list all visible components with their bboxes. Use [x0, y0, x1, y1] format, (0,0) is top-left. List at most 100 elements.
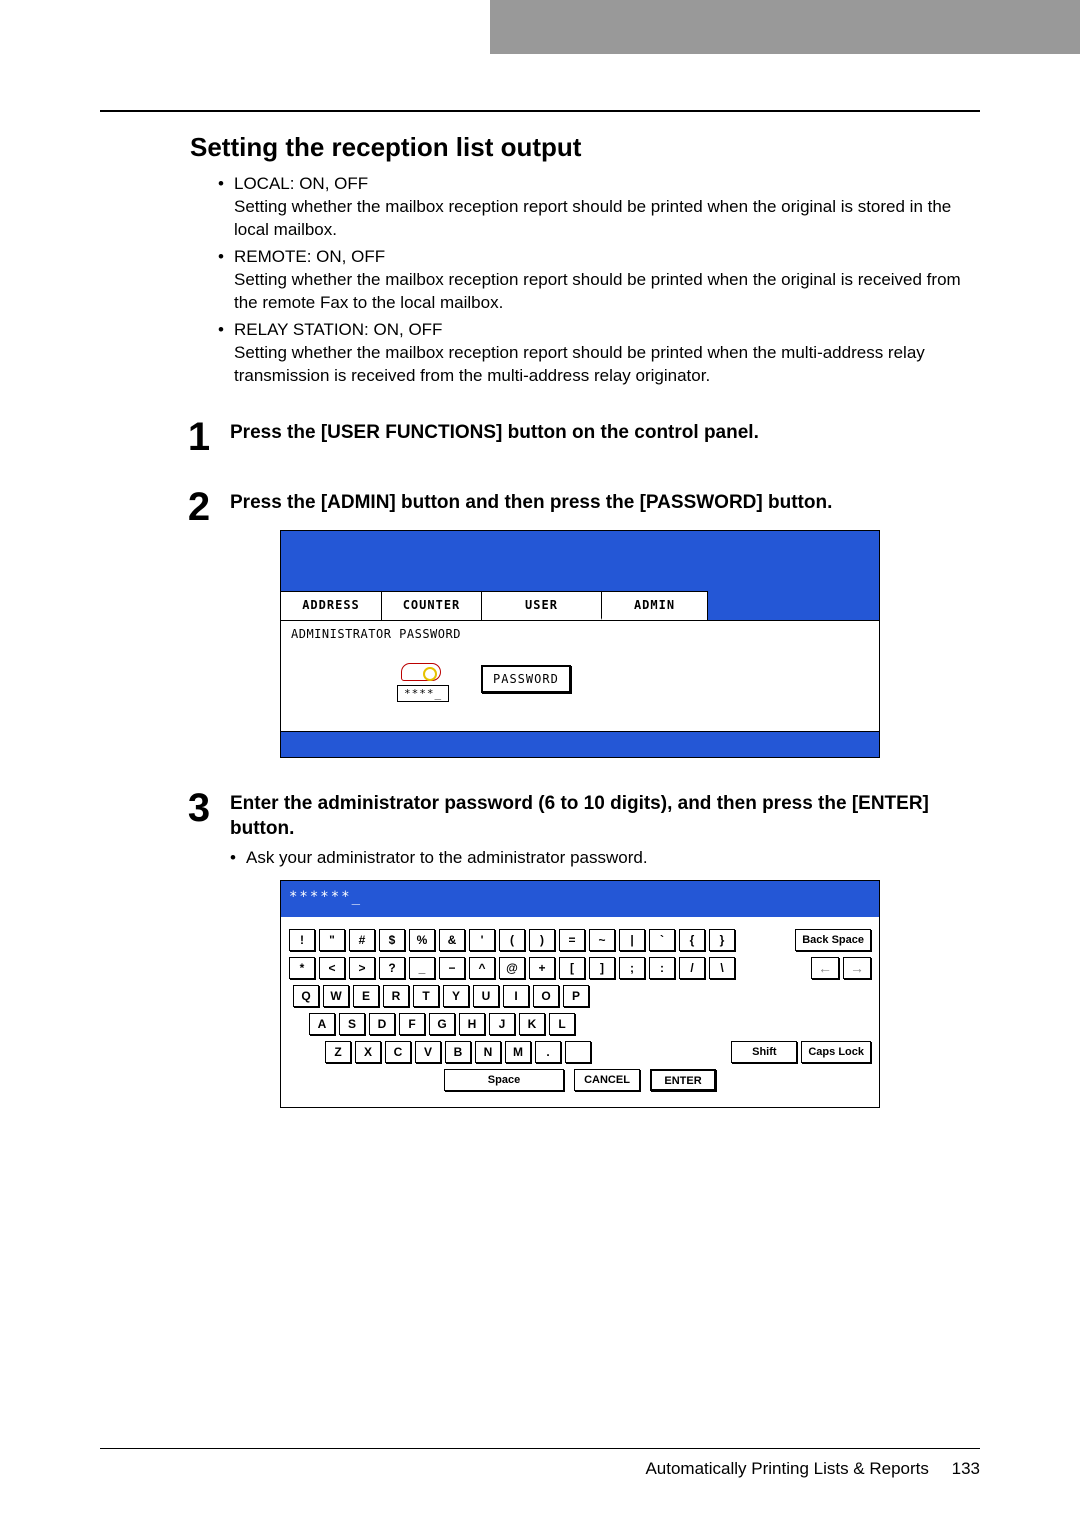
key-semicolon[interactable]: ;: [619, 957, 645, 979]
key-s[interactable]: S: [339, 1013, 365, 1035]
key-q[interactable]: Q: [293, 985, 319, 1007]
key-at[interactable]: @: [499, 957, 525, 979]
step-note: Ask your administrator to the administra…: [230, 848, 980, 868]
top-tab-blank: [0, 0, 490, 54]
key-lt[interactable]: <: [319, 957, 345, 979]
option-local: LOCAL: ON, OFF Setting whether the mailb…: [218, 173, 980, 242]
key-m[interactable]: M: [505, 1041, 531, 1063]
key-slash[interactable]: /: [679, 957, 705, 979]
key-rbrace[interactable]: }: [709, 929, 735, 951]
key-w[interactable]: W: [323, 985, 349, 1007]
keyboard-body: ! " # $ % & ' ( ) = ~ | ` { }: [281, 917, 879, 1107]
key-asterisk[interactable]: *: [289, 957, 315, 979]
key-f[interactable]: F: [399, 1013, 425, 1035]
key-b[interactable]: B: [445, 1041, 471, 1063]
key-l[interactable]: L: [549, 1013, 575, 1035]
key-plus[interactable]: +: [529, 957, 555, 979]
step-title: Enter the administrator password (6 to 1…: [230, 792, 980, 841]
tab-address[interactable]: ADDRESS: [281, 591, 381, 620]
key-excl[interactable]: !: [289, 929, 315, 951]
key-c[interactable]: C: [385, 1041, 411, 1063]
key-colon[interactable]: :: [649, 957, 675, 979]
key-backspace[interactable]: Back Space: [795, 929, 871, 951]
key-amp[interactable]: &: [439, 929, 465, 951]
tab-user[interactable]: USER: [481, 591, 601, 620]
key-g[interactable]: G: [429, 1013, 455, 1035]
key-hash[interactable]: #: [349, 929, 375, 951]
password-button[interactable]: PASSWORD: [481, 665, 571, 693]
key-t[interactable]: T: [413, 985, 439, 1007]
key-e[interactable]: E: [353, 985, 379, 1007]
tab-counter[interactable]: COUNTER: [381, 591, 481, 620]
key-lbracket[interactable]: [: [559, 957, 585, 979]
key-space[interactable]: Space: [444, 1069, 564, 1091]
key-cancel[interactable]: CANCEL: [574, 1069, 640, 1091]
password-masked: ****_: [397, 685, 449, 702]
key-tilde[interactable]: ~: [589, 929, 615, 951]
panel-bottom-bar: [281, 731, 879, 757]
option-label: LOCAL: ON, OFF: [234, 174, 368, 193]
top-tab-rest: [610, 0, 1080, 54]
key-i[interactable]: I: [503, 985, 529, 1007]
key-backslash[interactable]: \: [709, 957, 735, 979]
key-arrow-left[interactable]: ←: [811, 957, 839, 979]
key-underscore[interactable]: _: [409, 957, 435, 979]
key-dollar[interactable]: $: [379, 929, 405, 951]
option-list: LOCAL: ON, OFF Setting whether the mailb…: [200, 173, 980, 387]
key-h[interactable]: H: [459, 1013, 485, 1035]
option-remote: REMOTE: ON, OFF Setting whether the mail…: [218, 246, 980, 315]
key-d[interactable]: D: [369, 1013, 395, 1035]
option-label: RELAY STATION: ON, OFF: [234, 320, 442, 339]
keyboard-input[interactable]: ******_: [281, 881, 879, 917]
key-o[interactable]: O: [533, 985, 559, 1007]
key-r[interactable]: R: [383, 985, 409, 1007]
option-label: REMOTE: ON, OFF: [234, 247, 385, 266]
key-x[interactable]: X: [355, 1041, 381, 1063]
tab-admin[interactable]: ADMIN: [601, 591, 707, 620]
key-z[interactable]: Z: [325, 1041, 351, 1063]
kb-row-2: * < > ? _ − ^ @ + [ ] ; : / \: [289, 957, 871, 979]
key-v[interactable]: V: [415, 1041, 441, 1063]
key-lparen[interactable]: (: [499, 929, 525, 951]
option-desc: Setting whether the mailbox reception re…: [234, 342, 980, 388]
key-squote[interactable]: ': [469, 929, 495, 951]
key-n[interactable]: N: [475, 1041, 501, 1063]
step-title: Press the [USER FUNCTIONS] button on the…: [230, 421, 980, 446]
key-backtick[interactable]: `: [649, 929, 675, 951]
key-period[interactable]: .: [535, 1041, 561, 1063]
key-percent[interactable]: %: [409, 929, 435, 951]
key-j[interactable]: J: [489, 1013, 515, 1035]
panel-body: ADMINISTRATOR PASSWORD ****_ PASSWORD: [281, 621, 879, 731]
key-blank[interactable]: [565, 1041, 591, 1063]
key-rbracket[interactable]: ]: [589, 957, 615, 979]
key-question[interactable]: ?: [379, 957, 405, 979]
footer-text: Automatically Printing Lists & Reports: [645, 1459, 928, 1478]
step-number: 1: [100, 417, 222, 457]
key-pipe[interactable]: |: [619, 929, 645, 951]
key-dquote[interactable]: ": [319, 929, 345, 951]
key-enter[interactable]: ENTER: [650, 1069, 716, 1091]
admin-password-label: ADMINISTRATOR PASSWORD: [291, 627, 869, 641]
key-a[interactable]: A: [309, 1013, 335, 1035]
key-k[interactable]: K: [519, 1013, 545, 1035]
document-top-tabs: [0, 0, 1080, 54]
panel-titlebar: [281, 531, 879, 591]
step-1: 1 Press the [USER FUNCTIONS] button on t…: [100, 417, 980, 457]
kb-row-4: A S D F G H J K L: [289, 1013, 871, 1035]
key-p[interactable]: P: [563, 985, 589, 1007]
key-y[interactable]: Y: [443, 985, 469, 1007]
option-relay: RELAY STATION: ON, OFF Setting whether t…: [218, 319, 980, 388]
step-2: 2 Press the [ADMIN] button and then pres…: [100, 487, 980, 758]
key-arrow-right[interactable]: →: [843, 957, 871, 979]
option-desc: Setting whether the mailbox reception re…: [234, 196, 980, 242]
key-lbrace[interactable]: {: [679, 929, 705, 951]
key-equals[interactable]: =: [559, 929, 585, 951]
key-u[interactable]: U: [473, 985, 499, 1007]
step-title: Press the [ADMIN] button and then press …: [230, 491, 980, 516]
key-gt[interactable]: >: [349, 957, 375, 979]
key-minus[interactable]: −: [439, 957, 465, 979]
key-rparen[interactable]: ): [529, 929, 555, 951]
key-capslock[interactable]: Caps Lock: [801, 1041, 871, 1063]
key-shift[interactable]: Shift: [731, 1041, 797, 1063]
key-caret[interactable]: ^: [469, 957, 495, 979]
